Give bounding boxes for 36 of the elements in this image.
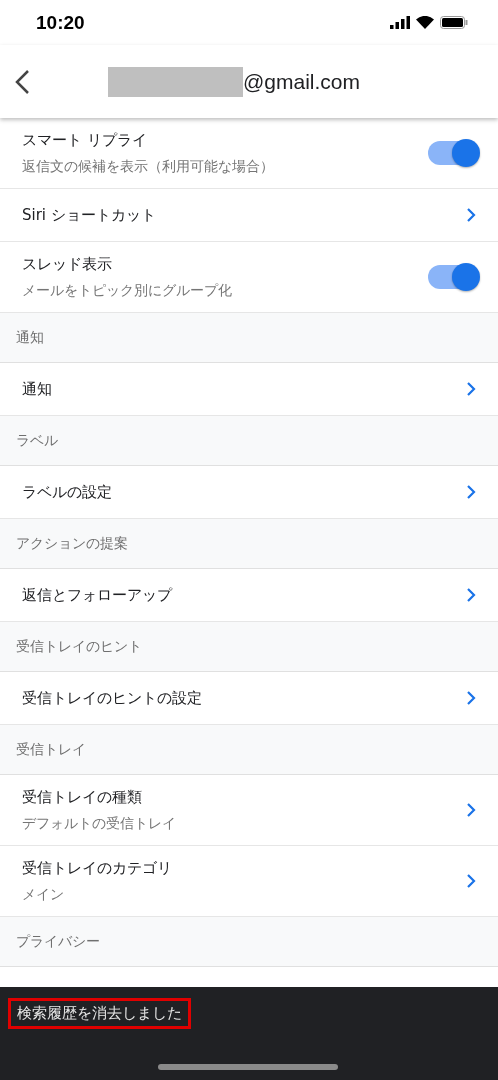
chevron-right-icon <box>466 207 476 223</box>
settings-row[interactable]: 受信トレイの種類 デフォルトの受信トレイ <box>0 775 498 846</box>
setting-description: メイン <box>22 885 65 904</box>
status-time: 10:20 <box>36 11 85 34</box>
section-header: プライバシー <box>0 917 498 967</box>
chevron-right-icon <box>466 484 476 500</box>
settings-row[interactable]: スマート リプライ 返信文の候補を表示（利用可能な場合） <box>0 118 498 189</box>
setting-label: ラベルの設定 <box>22 482 112 502</box>
section-header: アクションの提案 <box>0 519 498 569</box>
battery-icon <box>440 16 468 29</box>
section-header: 通知 <box>0 313 498 363</box>
section-header: 受信トレイのヒント <box>0 622 498 672</box>
setting-label: Siri ショートカット <box>22 205 156 225</box>
section-header: 受信トレイ <box>0 725 498 775</box>
setting-label: 返信とフォローアップ <box>22 585 172 605</box>
setting-description: デフォルトの受信トレイ <box>22 814 176 833</box>
section-header: ラベル <box>0 416 498 466</box>
wifi-icon <box>416 16 434 29</box>
chevron-right-icon <box>466 802 476 818</box>
setting-label: 受信トレイのヒントの設定 <box>22 688 202 708</box>
settings-row[interactable]: Siri ショートカット <box>0 189 498 242</box>
setting-description: 返信文の候補を表示（利用可能な場合） <box>22 157 274 176</box>
chevron-right-icon <box>466 587 476 603</box>
setting-label: 受信トレイの種類 <box>22 787 143 807</box>
setting-description: メールをトピック別にグループ化 <box>22 281 232 300</box>
chevron-right-icon <box>466 381 476 397</box>
signal-icon <box>390 16 410 29</box>
chevron-right-icon <box>466 690 476 706</box>
setting-label: 受信トレイのカテゴリ <box>22 858 172 878</box>
back-icon[interactable] <box>14 68 30 95</box>
account-email: @gmail.com <box>243 69 360 94</box>
setting-label: スレッド表示 <box>22 254 113 274</box>
setting-label: 通知 <box>22 379 52 399</box>
setting-label: スマート リプライ <box>22 130 148 150</box>
snackbar-message: 検索履歴を消去しました <box>8 998 191 1029</box>
chevron-right-icon <box>466 873 476 889</box>
